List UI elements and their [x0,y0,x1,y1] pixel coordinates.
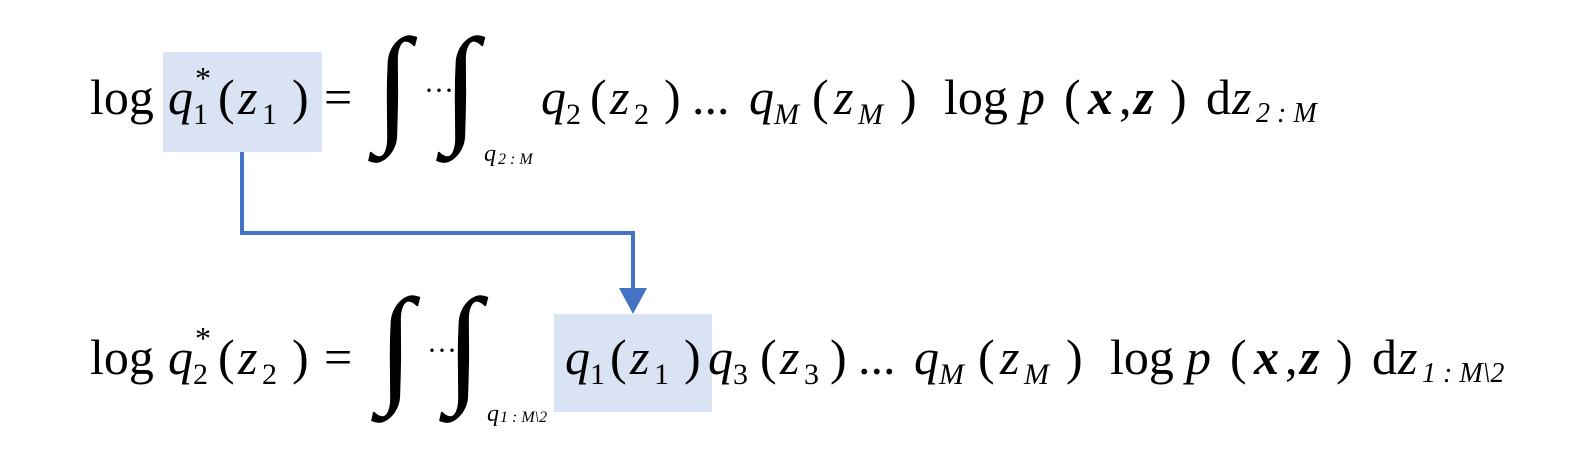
eq1-q2-sub: 2 [566,98,581,131]
eq2-z-sub: 2 [262,358,277,391]
eq1-p: p [1020,69,1045,125]
eq2-q3-paren-open: ( [760,329,777,385]
eq2-qM-paren-close: ) [1066,329,1083,385]
eq2-qM-sub: M [939,358,964,391]
eq2-zM-sub: M [1024,358,1049,391]
eq1-x: x [1088,69,1113,125]
eq1-integral-1: ∫ [375,13,411,157]
eq2-p-paren-close: ) [1336,329,1353,385]
connector-line [240,152,635,290]
eq2-paren-close: ) [292,329,309,385]
eq1-integral-sub-q: q [484,141,496,167]
eq2-equals: = [324,329,353,385]
eq2-z: z [238,329,258,385]
arrowhead-icon [619,288,647,314]
eq1-paren-close: ) [292,69,309,125]
diagram-canvas: log q * 1 ( z 1 ) = ∫ ··· ∫ q 2 : M q 2 … [0,0,1593,463]
eq1-equals: = [324,69,353,125]
eq1-log-word: log [944,69,1008,125]
eq2-q3-paren-close: ) [830,329,847,385]
eq2-integral-2: ∫ [446,273,482,417]
eq1-q-sub: 1 [193,98,208,131]
eq2-integral-sub-q: q [487,401,499,427]
eq2-q1-sub: 1 [590,358,605,391]
eq2-log-word: log [1110,329,1174,385]
eq1-q2: q [541,69,566,125]
eq1-q: q [168,69,193,125]
eq2-q1-paren-open: ( [610,329,627,385]
eq2-q3: q [708,329,733,385]
eq2-q-sub: 2 [193,358,208,391]
eq2-z1-sub: 1 [654,358,669,391]
eq2-qM-paren-open: ( [978,329,995,385]
eq1-q-star: * [195,60,211,96]
eq1-q2-paren-close: ) [664,69,681,125]
eq1-z2: z [610,69,630,125]
eq1-zM: z [834,69,854,125]
eq1-qM-paren-open: ( [812,69,829,125]
eq1-integral-sub-idx: 2 : M [498,151,533,168]
eq2-q1: q [565,329,590,385]
eq2-ellipsis: ... [858,329,896,385]
eq1-ellipsis: ... [692,69,730,125]
eq2-zM: z [1000,329,1020,385]
eq1-integral-2: ∫ [443,13,479,157]
eq1-qM-sub: M [774,98,799,131]
eq2-paren-open: ( [218,329,235,385]
eq2-qM: q [914,329,939,385]
eq2-p: p [1186,329,1211,385]
eq1-comma: , [1119,69,1132,125]
eq1-log: log [90,69,154,125]
eq1-z-bold: z [1134,69,1154,125]
eq2-integral-1: ∫ [378,273,414,417]
eq2-q-star: * [195,320,211,356]
eq1-paren-open: ( [218,69,235,125]
eq2-z-bold: z [1300,329,1320,385]
eq1-zM-sub: M [858,98,883,131]
eq1-z: z [238,69,258,125]
eq2-q1-paren-close: ) [684,329,701,385]
eq2-p-paren-open: ( [1230,329,1247,385]
eq2-q3-sub: 3 [733,358,748,391]
eq2-z3: z [780,329,800,385]
eq2-z3-sub: 3 [804,358,819,391]
eq1-p-paren-open: ( [1064,69,1081,125]
eq2-integral-sub-idx: 1 : M\2 [500,409,548,426]
eq2-log: log [90,329,154,385]
eq2-comma: , [1285,329,1298,385]
eq1-qM-paren-close: ) [900,69,917,125]
eq1-z-sub: 1 [262,98,277,131]
eq1-p-paren-close: ) [1170,69,1187,125]
eq2-z1: z [630,329,650,385]
eq2-dz: z [1398,329,1418,385]
eq2-d: d [1372,329,1397,385]
eq1-z2-sub: 2 [634,98,649,131]
eq1-q2-paren-open: ( [590,69,607,125]
eq2-dz-sub: 1 : M\2 [1422,358,1505,389]
eq1-qM: q [749,69,774,125]
eq2-q: q [168,329,193,385]
eq1-dz-sub: 2 : M [1256,98,1317,129]
eq1-d: d [1206,69,1231,125]
eq2-x: x [1254,329,1279,385]
eq1-dz: z [1232,69,1252,125]
